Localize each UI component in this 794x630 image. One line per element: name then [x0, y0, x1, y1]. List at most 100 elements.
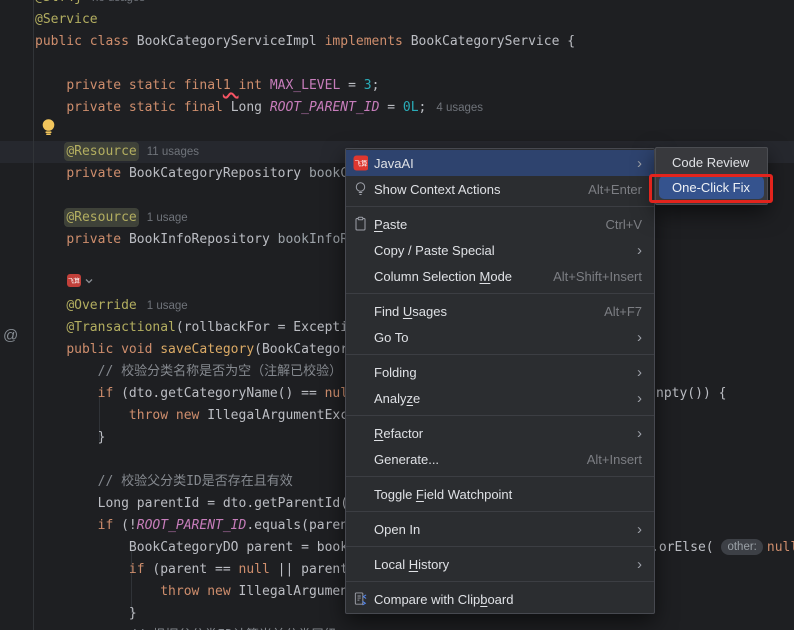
lightbulb-icon — [353, 181, 368, 197]
intention-lightbulb-icon[interactable] — [41, 118, 56, 141]
code-line: @Slf4j no usages — [0, 0, 583, 9]
usages-inlay-hint[interactable]: 11 usages — [147, 146, 199, 158]
menu-separator — [346, 293, 654, 294]
code-line — [0, 53, 583, 75]
icon-placeholder — [353, 364, 368, 380]
submenu-item-code-review[interactable]: Code Review — [656, 150, 767, 175]
code-token: Long — [231, 100, 270, 115]
code-token — [35, 166, 66, 181]
submenu-arrow-icon: › — [637, 426, 642, 441]
code-token: BookCategoryServiceImpl — [137, 34, 325, 49]
menu-item-label: Compare with Clipboard — [374, 592, 642, 607]
code-token: 1 — [223, 78, 239, 93]
code-token: .orElse( — [651, 540, 721, 555]
code-token: private static final — [66, 100, 230, 115]
code-token — [35, 144, 66, 159]
code-token: @Service — [35, 12, 98, 27]
menu-item-label: Open In — [374, 522, 619, 537]
code-line-fragment: .orElse( other:null — [651, 537, 794, 559]
code-token: implements — [325, 34, 403, 49]
menu-item-analyze[interactable]: Analyze› — [346, 385, 654, 411]
menu-item-local-history[interactable]: Local History› — [346, 551, 654, 577]
code-token — [35, 562, 129, 577]
compare-clipboard-icon — [353, 591, 368, 607]
submenu-arrow-icon: › — [637, 522, 642, 537]
usages-inlay-hint[interactable]: 4 usages — [436, 102, 483, 114]
menu-item-javaai[interactable]: 飞算JavaAI› — [346, 150, 654, 176]
menu-item-label: JavaAI — [374, 156, 619, 171]
code-token: BookCategoryService { — [403, 34, 575, 49]
icon-placeholder — [353, 425, 368, 441]
submenu-item-label: One-Click Fix — [672, 180, 750, 195]
usages-inlay-hint[interactable]: 1 usage — [147, 212, 188, 224]
menu-item-label: Go To — [374, 330, 619, 345]
menu-item-label: Generate... — [374, 452, 569, 467]
menu-separator — [346, 354, 654, 355]
icon-placeholder — [353, 451, 368, 467]
code-token: ; — [372, 78, 380, 93]
menu-item-compare-with-clipboard[interactable]: Compare with Clipboard — [346, 586, 654, 612]
at-gutter-icon: @ — [3, 327, 18, 344]
submenu-arrow-icon: › — [637, 330, 642, 345]
code-token: if — [98, 518, 114, 533]
menu-separator — [346, 511, 654, 512]
code-token: MAX_LEVEL — [270, 78, 340, 93]
code-token: // 校验分类名称是否为空（注解已校验） — [98, 364, 342, 379]
code-token: BookCategoryRepository — [129, 166, 309, 181]
menu-item-find-usages[interactable]: Find UsagesAlt+F7 — [346, 298, 654, 324]
menu-item-toggle-field-watchpoint[interactable]: Toggle Field Watchpoint — [346, 481, 654, 507]
code-line: @Service — [0, 9, 583, 31]
paste-icon — [353, 216, 368, 232]
menu-separator — [346, 476, 654, 477]
menu-item-paste[interactable]: PasteCtrl+V — [346, 211, 654, 237]
submenu-arrow-icon: › — [637, 243, 642, 258]
menu-item-label: Show Context Actions — [374, 182, 570, 197]
menu-item-show-context-actions[interactable]: Show Context Actions Alt+Enter — [346, 176, 654, 202]
code-token: ; — [419, 100, 427, 115]
code-token: @Slf4j — [35, 0, 82, 5]
code-token: = — [340, 78, 363, 93]
javaai-submenu: Code Review One-Click Fix — [655, 147, 768, 205]
code-token: 3 — [364, 78, 372, 93]
menu-item-copy-paste-special[interactable]: Copy / Paste Special› — [346, 237, 654, 263]
code-token: throw new — [160, 584, 238, 599]
usages-inlay-hint[interactable]: 1 usage — [147, 300, 188, 312]
javaai-icon: 飞算 — [353, 155, 368, 171]
usages-inlay-hint[interactable]: no usages — [92, 0, 145, 4]
submenu-item-label: Code Review — [672, 155, 749, 170]
code-line: private static final Long ROOT_PARENT_ID… — [0, 97, 583, 119]
menu-item-generate[interactable]: Generate...Alt+Insert — [346, 446, 654, 472]
code-token: private — [66, 232, 129, 247]
menu-shortcut: Alt+Enter — [588, 182, 642, 197]
inline-ai-widget[interactable]: 飞算 — [67, 274, 94, 287]
code-token: @Resource — [66, 210, 136, 225]
code-token: int — [239, 78, 262, 93]
menu-item-open-in[interactable]: Open In › — [346, 516, 654, 542]
code-token: null — [767, 540, 794, 555]
menu-item-folding[interactable]: Folding› — [346, 359, 654, 385]
code-token: if — [98, 386, 114, 401]
menu-item-label: Analyze — [374, 391, 619, 406]
submenu-item-one-click-fix[interactable]: One-Click Fix — [659, 176, 764, 199]
code-token: if — [129, 562, 145, 577]
code-token: = — [379, 100, 402, 115]
code-token — [35, 496, 98, 511]
menu-separator — [346, 581, 654, 582]
code-token: public class — [35, 34, 137, 49]
code-token — [35, 342, 66, 357]
menu-item-refactor[interactable]: Refactor› — [346, 420, 654, 446]
ide-editor: @Slf4j no usages @Service public class Book… — [0, 0, 794, 630]
code-token: // 校验父分类ID是否存在且有效 — [98, 474, 293, 489]
code-line: public class BookCategoryServiceImpl imp… — [0, 31, 583, 53]
menu-item-column-selection-mode[interactable]: Column Selection ModeAlt+Shift+Insert — [346, 263, 654, 289]
code-token — [35, 100, 66, 115]
icon-placeholder — [353, 486, 368, 502]
inline-ai-icon[interactable]: 飞算 — [67, 274, 81, 287]
code-token: @Transactional — [66, 320, 176, 335]
code-token — [35, 474, 98, 489]
code-token: ROOT_PARENT_ID — [137, 518, 247, 533]
chevron-down-icon[interactable] — [84, 277, 94, 285]
menu-item-go-to[interactable]: Go To › — [346, 324, 654, 350]
code-token: Long parentId = dto.getParentId(); — [98, 496, 364, 511]
code-token: (! — [113, 518, 136, 533]
